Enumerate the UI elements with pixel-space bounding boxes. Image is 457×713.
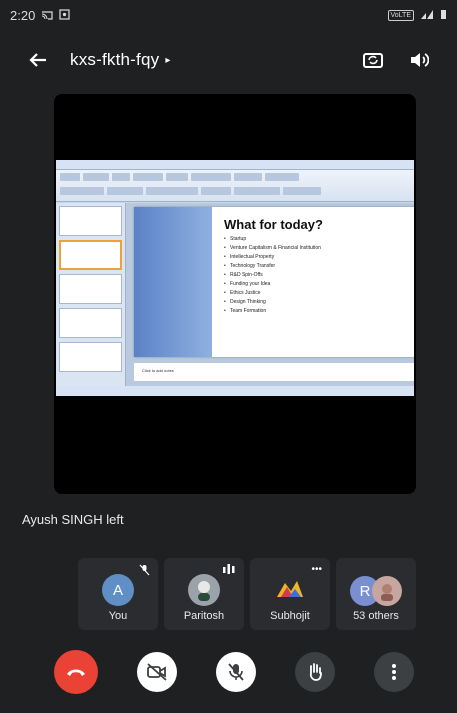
more-vert-icon <box>392 664 396 680</box>
mic-toggle-button[interactable] <box>216 652 256 692</box>
window-statusbar <box>56 386 414 396</box>
slide-thumbnail <box>59 342 122 372</box>
participant-tile-others[interactable]: R 53 others <box>336 558 416 630</box>
battery-icon <box>440 8 447 23</box>
profile-photo-icon <box>198 581 210 601</box>
screenshot-icon <box>59 8 70 23</box>
slide-heading: What for today? <box>224 217 323 232</box>
participant-tile-paritosh[interactable]: Paritosh <box>164 558 244 630</box>
meeting-code[interactable]: kxs-fkth-fqy <box>70 50 159 70</box>
participant-name: Subhojit <box>270 610 310 622</box>
back-button[interactable] <box>18 40 58 80</box>
avatar-stack: R <box>350 576 402 606</box>
slide-bullet: R&D Spin-Offs <box>224 271 321 280</box>
switch-camera-button[interactable] <box>353 40 393 80</box>
profile-photo-icon <box>277 581 303 597</box>
slide-bullet: Venture Capitalism & Financial Instituti… <box>224 244 321 253</box>
participant-tile-you[interactable]: A You <box>78 558 158 630</box>
slide-thumbnail <box>59 308 122 338</box>
end-call-button[interactable] <box>54 650 98 694</box>
raise-hand-icon <box>309 663 322 681</box>
slide-bullet: Team Formation <box>224 307 321 316</box>
raise-hand-button[interactable] <box>295 652 335 692</box>
slide-bullet-list: Startup Venture Capitalism & Financial I… <box>224 235 321 316</box>
more-icon: ••• <box>311 564 322 575</box>
slide-bullet: Technology Transfer <box>224 262 321 271</box>
participant-strip: A You Paritosh ••• Subhojit R 53 others <box>78 558 416 630</box>
signal-icon <box>420 8 434 23</box>
status-bar: 2:20 VoLTE <box>0 0 457 30</box>
speaker-icon <box>411 53 429 67</box>
meeting-app-bar: kxs-fkth-fqy ▸ <box>0 38 457 82</box>
profile-photo-icon <box>381 584 393 601</box>
slide-accent-bar <box>134 207 212 357</box>
editor-workspace: What for today? Startup Venture Capitali… <box>56 203 414 386</box>
caret-right-icon[interactable]: ▸ <box>165 55 170 66</box>
participant-name: You <box>108 610 128 622</box>
avatar <box>372 576 402 606</box>
more-options-button[interactable] <box>374 652 414 692</box>
cast-icon <box>41 8 53 23</box>
slide-thumbnail-active <box>59 240 122 270</box>
camera-off-icon <box>147 663 167 681</box>
slide-editor: What for today? Startup Venture Capitali… <box>126 203 414 386</box>
arrow-left-icon <box>29 53 46 67</box>
window-titlebar <box>56 160 414 170</box>
camera-toggle-button[interactable] <box>137 652 177 692</box>
ribbon-toolbar <box>56 170 414 202</box>
shared-screen: What for today? Startup Venture Capitali… <box>56 160 414 396</box>
network-badge: VoLTE <box>387 9 414 21</box>
slide-thumbnails <box>56 203 126 386</box>
mic-off-icon <box>139 564 150 579</box>
avatar <box>274 574 306 606</box>
participant-name: Paritosh <box>183 610 225 622</box>
status-time: 2:20 <box>10 7 36 23</box>
presentation-stage: What for today? Startup Venture Capitali… <box>54 94 416 494</box>
participant-left-toast: Ayush SINGH left <box>22 512 124 527</box>
slide-bullet: Startup <box>224 235 321 244</box>
slide-bullet: Funding your Idea <box>224 280 321 289</box>
slide-bullet: Ethics Justice <box>224 289 321 298</box>
audio-output-button[interactable] <box>399 40 439 80</box>
slide-bullet: Design Thinking <box>224 298 321 307</box>
hang-up-icon <box>67 669 85 676</box>
notes-pane: Click to add notes <box>134 363 414 381</box>
mic-off-icon <box>228 663 244 681</box>
current-slide: What for today? Startup Venture Capitali… <box>134 207 414 357</box>
avatar <box>188 574 220 606</box>
avatar: A <box>102 574 134 606</box>
slide-bullet: Intellectual Property <box>224 253 321 262</box>
slide-thumbnail <box>59 274 122 304</box>
audio-level-icon <box>222 564 236 577</box>
switch-camera-icon <box>363 53 383 68</box>
call-controls <box>54 650 414 694</box>
participant-tile-subhojit[interactable]: ••• Subhojit <box>250 558 330 630</box>
slide-thumbnail <box>59 206 122 236</box>
participant-name: 53 others <box>353 610 399 622</box>
